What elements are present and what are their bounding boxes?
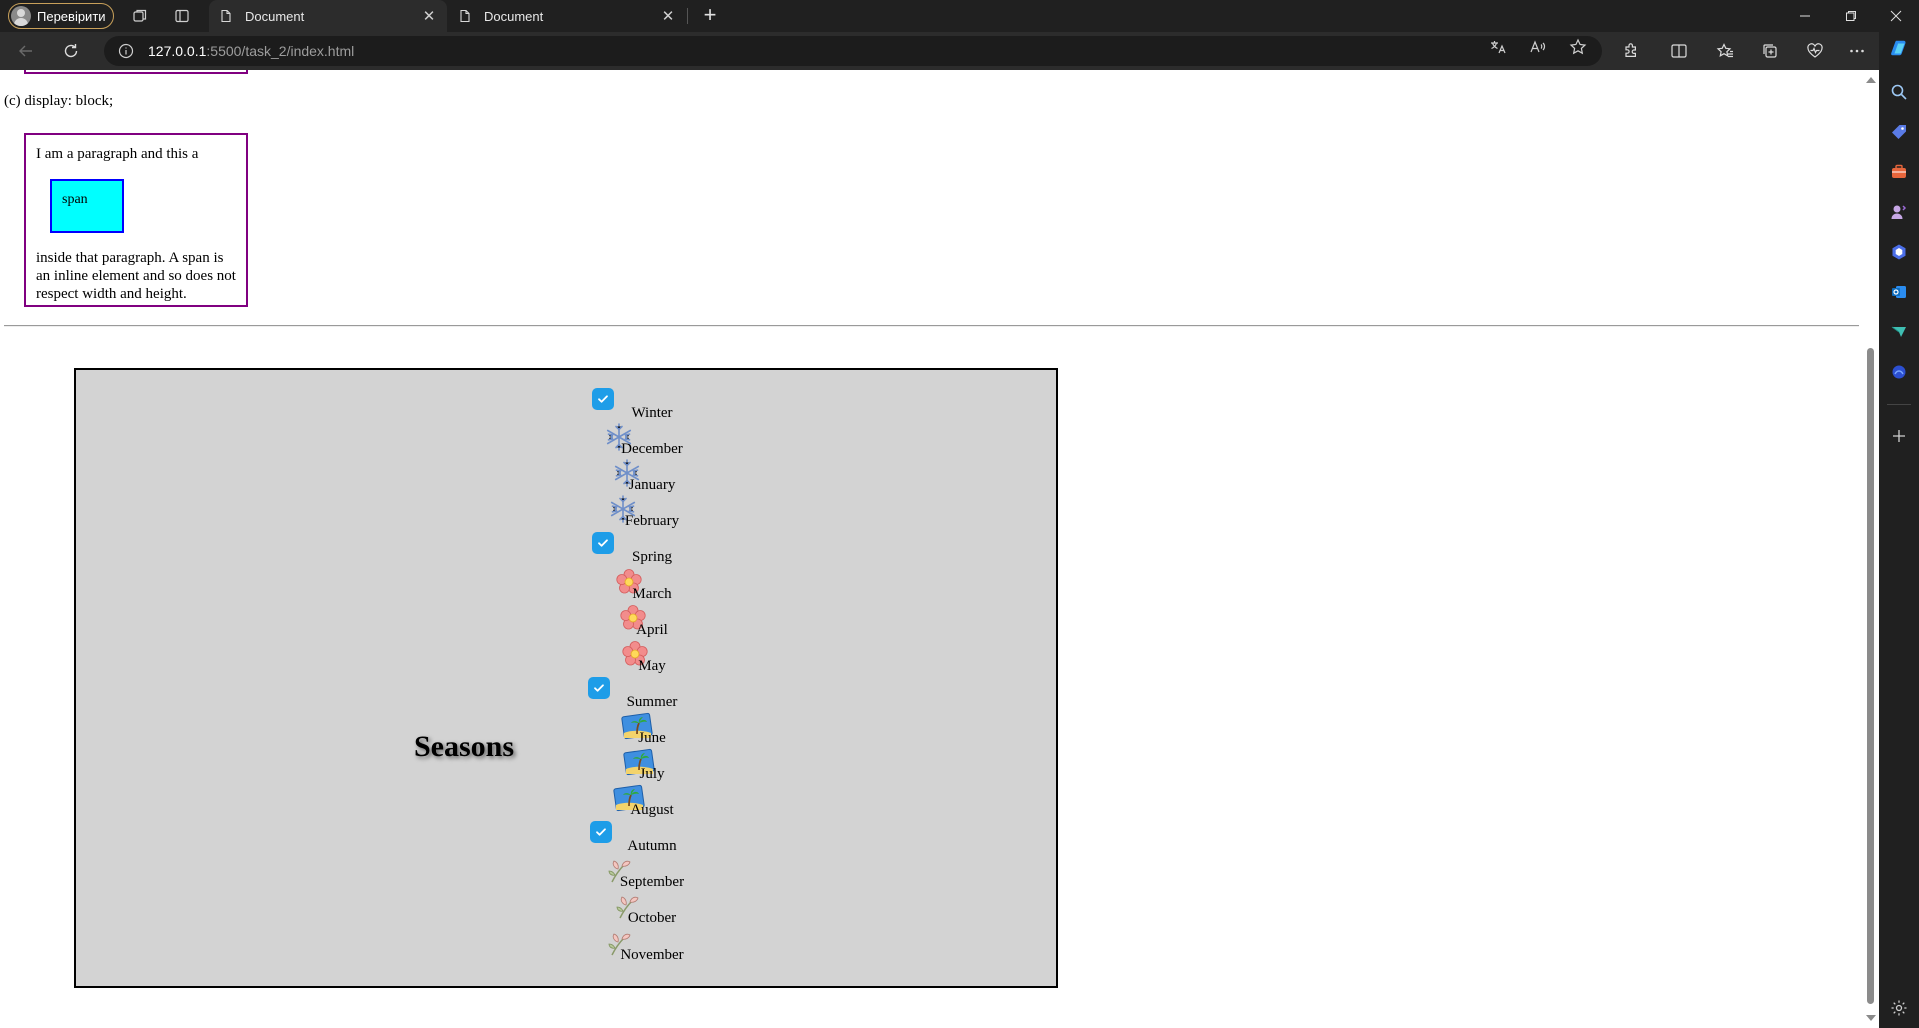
season-winter[interactable]: Winter [76,388,1056,421]
vertical-tabs-icon[interactable] [172,6,192,26]
tools-briefcase-icon[interactable] [1889,162,1909,182]
month-item: May [76,640,1056,674]
extensions-icon[interactable] [1621,41,1641,61]
paragraph-text-before: I am a paragraph and this a [36,146,199,162]
site-info-icon[interactable] [118,43,134,59]
month-item: August [76,785,1056,818]
paragraph-text-after: inside that paragraph. A span is an inli… [36,250,236,302]
month-label: December [621,441,683,458]
month-label: May [638,657,666,674]
month-item: November [76,932,1056,963]
microsoft-designer-icon[interactable] [1889,362,1909,382]
close-tab-icon[interactable]: ✕ [660,7,676,25]
sidebar-divider [1887,404,1911,405]
month-item: March [76,568,1056,602]
display-block-caption: (c) display: block; [4,93,114,109]
more-options-icon[interactable] [1847,41,1867,61]
season-label: Autumn [627,838,677,855]
url-path: :5500/task_2/index.html [206,43,355,59]
month-item: September [76,859,1056,890]
document-icon [221,9,231,23]
season-autumn[interactable]: Autumn [76,821,1056,854]
url-host: 127.0.0.1 [148,43,207,59]
scroll-down-arrow-icon[interactable] [1866,1015,1876,1021]
avatar-icon [11,6,31,26]
month-label: November [620,946,684,963]
seasons-list: Winter December January February Spring March… [76,370,1056,986]
month-item: July [76,748,1056,782]
scrollbar-thumb[interactable] [1867,348,1874,1004]
month-item: April [76,604,1056,638]
document-icon [460,9,470,23]
microsoft-365-icon[interactable] [1889,242,1909,262]
tab-title: Document [484,8,544,24]
favorite-star-icon[interactable] [1568,37,1588,57]
workspaces-icon[interactable] [130,6,150,26]
add-sidebar-app-icon[interactable] [1889,426,1909,446]
month-item: December [76,423,1056,457]
browser-essentials-icon[interactable] [1805,41,1825,61]
translate-icon[interactable] [1488,37,1508,57]
refresh-icon[interactable] [61,41,81,61]
restore-button[interactable] [1828,0,1874,32]
season-label: Summer [626,693,678,710]
shopping-tag-icon[interactable] [1889,122,1909,142]
seasons-container: Seasons Winter December January February Spr… [74,368,1058,988]
horizontal-rule [4,325,1859,327]
close-tab-icon[interactable]: ✕ [421,7,437,25]
favorites-icon[interactable] [1715,41,1735,61]
minimize-button[interactable] [1782,0,1828,32]
profile-label: Перевірити [37,8,106,24]
month-item: October [76,895,1056,926]
tab-document-2[interactable]: Document ✕ [448,0,686,32]
month-label: March [632,585,672,602]
season-label: Winter [631,405,673,421]
season-spring[interactable]: Spring [76,532,1056,565]
back-arrow-icon[interactable] [16,41,36,61]
month-item: February [76,495,1056,529]
month-item: January [76,459,1056,493]
profile-button[interactable]: Перевірити [8,3,114,29]
edge-sidebar [1879,32,1919,1028]
previous-demo-box [24,70,248,74]
sidebar-settings-gear-icon[interactable] [1889,998,1909,1018]
month-label: July [639,766,665,782]
scroll-up-arrow-icon[interactable] [1866,77,1876,83]
season-label: Spring [631,549,672,566]
tab-title: Document [245,8,305,24]
search-icon[interactable] [1889,82,1909,102]
vertical-scrollbar[interactable] [1862,70,1879,1028]
copilot-icon[interactable] [1889,38,1909,58]
demo-span-block: span [50,179,124,233]
month-label: October [627,910,677,927]
split-screen-icon[interactable] [1669,41,1689,61]
address-bar[interactable]: 127.0.0.1:5500/task_2/index.html [104,36,1602,66]
month-label: September [619,874,685,891]
month-label: January [628,477,676,494]
browser-tab-bar: Перевірити Document ✕ Document ✕ + [0,0,1919,32]
page-viewport: (c) display: block; I am a paragraph and… [0,70,1879,1028]
tab-divider [687,8,688,24]
month-label: April [636,621,668,638]
drop-send-icon[interactable] [1889,322,1909,342]
close-window-button[interactable] [1873,0,1919,32]
read-aloud-icon[interactable] [1528,37,1548,57]
month-label: June [638,729,666,746]
paragraph-demo-box: I am a paragraph and this a span inside … [24,133,248,307]
games-icon[interactable] [1889,202,1909,222]
outlook-icon[interactable] [1889,282,1909,302]
toolbar: 127.0.0.1:5500/task_2/index.html [0,32,1879,70]
season-summer[interactable]: Summer [76,676,1056,710]
month-label: February [624,513,680,530]
month-label: August [630,802,674,819]
collections-icon[interactable] [1760,41,1780,61]
month-item: June [76,712,1056,746]
new-tab-button[interactable]: + [698,4,722,28]
tab-document-1[interactable]: Document ✕ [209,0,447,32]
